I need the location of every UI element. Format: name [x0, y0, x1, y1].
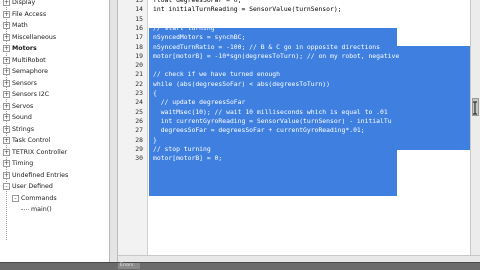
tree-item[interactable]: + Semaphore — [3, 66, 48, 78]
code-line[interactable]: motor[motorB] = -10*sgn(degreesToTurn); … — [153, 52, 399, 61]
tree-item-label: Display — [12, 0, 36, 7]
expand-icon[interactable]: + — [3, 56, 10, 64]
tree-item[interactable]: + Servos — [3, 101, 33, 113]
tree-item[interactable]: + File Access — [3, 9, 46, 21]
line-number: 22 — [135, 79, 143, 88]
tree-item[interactable]: + Sensors I2C — [3, 89, 49, 101]
line-number: 23 — [135, 89, 143, 97]
line-number: 18 — [135, 42, 143, 51]
tree-item[interactable]: + Sensors — [3, 78, 37, 90]
code-line[interactable]: int currentGyroReading = SensorValue(tur… — [153, 117, 392, 126]
expand-icon[interactable]: + — [3, 68, 10, 76]
tree-item[interactable]: + Motors — [3, 43, 37, 55]
tree-item-label: Undefined Entries — [12, 171, 69, 179]
line-number: 26 — [135, 116, 143, 125]
expand-icon[interactable]: + — [3, 102, 10, 110]
tree-item-label: Semaphore — [12, 68, 49, 76]
expand-icon[interactable]: + — [3, 125, 10, 133]
code-line[interactable]: // update degreesSoFar — [153, 98, 246, 107]
tree-item-label: Timing — [12, 160, 34, 168]
expand-icon[interactable]: + — [3, 137, 10, 145]
tree-item-label: Sensors I2C — [12, 91, 50, 99]
line-number: 19 — [135, 51, 143, 60]
tree-item-label: Commands — [21, 194, 57, 202]
expand-icon[interactable]: + — [3, 148, 10, 156]
line-number: 29 — [135, 144, 143, 153]
tree-item-label: main() — [31, 206, 52, 214]
line-number: 14 — [135, 5, 143, 14]
tree-item[interactable]: + Miscellaneous — [3, 32, 56, 44]
tree-leaf-connector — [21, 209, 29, 211]
tree-item-label: Strings — [12, 125, 35, 133]
tree-item[interactable]: + Undefined Entries — [3, 170, 68, 182]
tree-item[interactable]: + MultiRobot — [3, 55, 46, 67]
code-line[interactable]: degreesSoFar = degreesSoFar + currentGyr… — [153, 126, 365, 135]
expand-icon[interactable]: + — [3, 114, 10, 122]
line-number: 20 — [135, 61, 143, 70]
tree-item-label: Motors — [12, 45, 37, 53]
expand-icon[interactable]: + — [3, 91, 10, 99]
line-number: 21 — [135, 70, 143, 79]
tree-item[interactable]: + Timing — [3, 158, 33, 170]
line-number: 16 — [135, 23, 143, 32]
tree-item[interactable]: + Strings — [3, 124, 34, 136]
tree-item-label: Sensors — [12, 79, 37, 87]
tree-item[interactable]: - Commands — [12, 193, 57, 205]
line-number: 15 — [135, 14, 143, 23]
errors-tab[interactable]: Errors — [118, 263, 140, 269]
tree-item[interactable]: + Sound — [3, 112, 32, 124]
expand-icon[interactable]: + — [3, 45, 10, 53]
collapse-icon[interactable]: - — [12, 194, 19, 202]
tree-item-label: MultiRobot — [12, 56, 46, 64]
collapse-icon[interactable]: - — [3, 183, 10, 191]
output-panel-bar — [0, 262, 480, 270]
tree-item[interactable]: main() — [21, 204, 52, 216]
expand-icon[interactable]: + — [3, 10, 10, 18]
code-line[interactable]: waitMsec(10); // wait 10 milliseconds wh… — [153, 108, 388, 117]
tree-item-label: Miscellaneous — [12, 33, 57, 41]
line-number: 28 — [135, 135, 143, 144]
tree-item-label: File Access — [12, 10, 47, 18]
line-number: 30 — [135, 154, 143, 163]
code-line[interactable]: { — [153, 89, 157, 98]
expand-icon[interactable]: + — [3, 160, 10, 168]
tree-item[interactable]: + Display — [3, 0, 35, 9]
tree-item-label: Task Control — [12, 137, 51, 145]
tree-item[interactable]: - User Defined — [3, 181, 53, 193]
expand-icon[interactable]: + — [3, 79, 10, 87]
tree-item[interactable]: + Math — [3, 20, 28, 32]
horizontal-scrollbar[interactable] — [118, 255, 480, 262]
expand-icon[interactable]: + — [3, 171, 10, 179]
code-line[interactable]: nSyncedMotors = synchBC; — [153, 33, 245, 42]
expand-icon[interactable]: + — [3, 22, 10, 30]
tree-item-label: TETRIX Controller — [12, 148, 68, 156]
ibeam-cursor-icon — [473, 101, 477, 115]
expand-icon[interactable]: + — [3, 0, 10, 7]
expand-icon[interactable]: + — [3, 33, 10, 41]
line-number: 27 — [135, 126, 143, 135]
code-line[interactable]: // start turning — [153, 24, 215, 33]
panel-splitter[interactable] — [110, 0, 118, 262]
code-line[interactable]: nSyncedTurnRatio = -100; // B & C go in … — [153, 43, 380, 52]
line-number: 24 — [135, 98, 143, 107]
line-number: 25 — [135, 107, 143, 116]
code-line[interactable]: // check if we have turned enough — [153, 70, 280, 79]
code-line[interactable]: int initialTurnReading = SensorValue(tur… — [153, 5, 342, 14]
code-line[interactable]: // stop turning — [153, 145, 211, 154]
tree-item-label: User Defined — [12, 183, 53, 191]
line-number-gutter: 13 14 15 16 17 18 19 20 21 22 23 24 25 26 27 28 29 30 — [118, 0, 148, 255]
tree-item-label: Sound — [12, 114, 32, 122]
vertical-scrollbar[interactable] — [470, 0, 480, 255]
code-line[interactable]: motor[motorB] = 0; — [153, 154, 222, 163]
tree-item[interactable]: + TETRIX Controller — [3, 147, 67, 159]
function-library-tree: + Display + File Access + Math + Miscellaneous +… — [0, 0, 110, 262]
code-editor[interactable]: float degreesSoFar = 0; int initialTurnRe… — [149, 0, 470, 255]
line-number: 17 — [135, 33, 143, 42]
tree-item[interactable]: + Task Control — [3, 135, 50, 147]
code-line[interactable]: while (abs(degreesSoFar) < abs(degreesTo… — [153, 80, 330, 89]
code-line[interactable]: } — [153, 136, 157, 145]
tree-item-label: Servos — [12, 102, 34, 110]
tree-item-label: Math — [12, 22, 28, 30]
